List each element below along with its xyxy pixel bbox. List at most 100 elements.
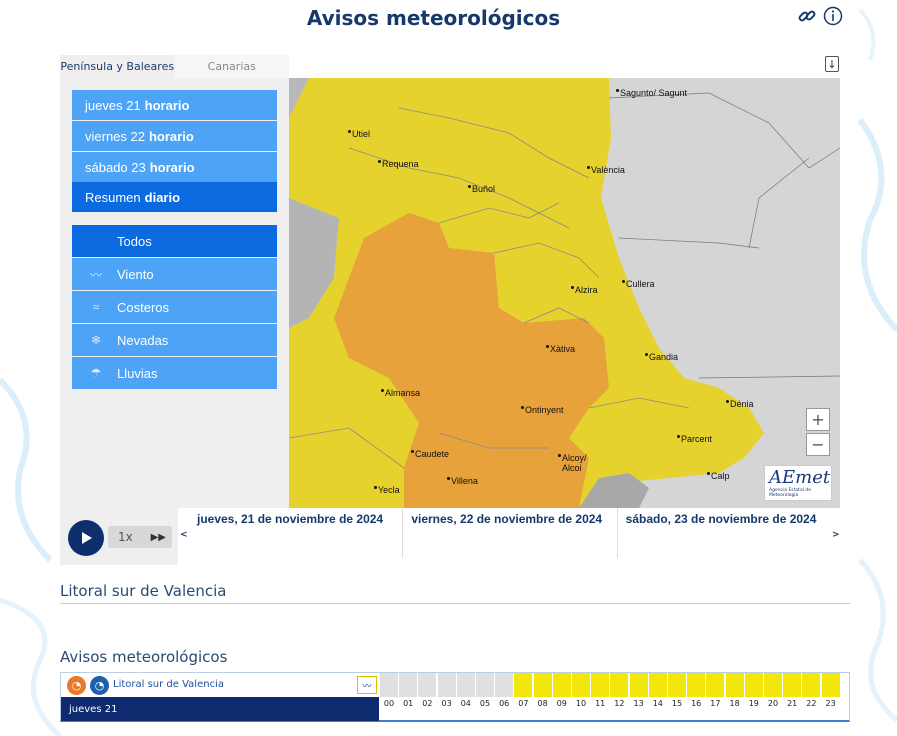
day-label: viernes 22: [85, 128, 145, 144]
waves-icon: ≈: [92, 300, 100, 314]
hour-cell: [783, 673, 802, 697]
hour-cell: [764, 673, 782, 697]
day-label: sábado 23: [85, 159, 146, 175]
category-label: Nevadas: [117, 332, 169, 348]
hour-cell: [399, 673, 418, 697]
hour-cell: [648, 673, 667, 697]
timeline-day[interactable]: jueves, 21 de noviembre de 2024: [189, 508, 404, 558]
hour-label: 22: [806, 699, 817, 708]
hour-label: 03: [441, 699, 452, 708]
hour-label: 02: [422, 699, 433, 708]
logo-name: AEmet: [769, 467, 831, 488]
category-lluvias[interactable]: ☂ Lluvias: [72, 357, 277, 389]
category-todos[interactable]: Todos: [72, 225, 277, 257]
hour-cell: [629, 673, 648, 697]
hour-label: 18: [729, 699, 740, 708]
zoom-in-button[interactable]: +: [806, 408, 830, 431]
warnings-title: Avisos meteorológicos: [60, 648, 228, 666]
day-mode: horario: [144, 97, 190, 113]
hour-label: 08: [537, 699, 548, 708]
town-label: Ontinyent: [521, 405, 564, 415]
hour-cell: [552, 673, 571, 697]
speed-value: 1x: [118, 530, 133, 544]
category-costeros[interactable]: ≈ Costeros: [72, 291, 277, 323]
wind-icon: 〰: [357, 676, 377, 694]
town-label: Requena: [378, 159, 419, 169]
timeline-prev-button[interactable]: <: [180, 530, 188, 540]
town-label: Alcoy/ Alcoi: [558, 453, 598, 474]
rain-icon: ☂: [90, 366, 102, 380]
hour-cell: [725, 673, 744, 697]
hour-cell: [572, 673, 590, 697]
category-nevadas[interactable]: ❄ Nevadas: [72, 324, 277, 356]
hour-cell: [456, 673, 475, 697]
hour-label: 20: [767, 699, 779, 708]
town-label: Alzira: [571, 285, 598, 295]
zone-link[interactable]: Litoral sur de Valencia: [113, 679, 224, 690]
hour-cell: [380, 673, 398, 697]
tab-peninsula[interactable]: Península y Baleares: [60, 55, 175, 78]
hour-label: 23: [825, 699, 836, 708]
hour-label: 19: [748, 699, 759, 708]
town-label: Dénia: [726, 399, 754, 409]
hour-label: 15: [671, 699, 683, 708]
town-label: València: [587, 165, 625, 175]
page-title: Avisos meteorológicos: [306, 6, 561, 30]
category-label: Costeros: [117, 299, 170, 315]
hour-grid: 00 01 02 03 04 05 06 07 08 09 10 11 12 13 14 15 16 17 18 19…: [380, 673, 840, 721]
zone-title: Litoral sur de Valencia: [60, 582, 850, 604]
town-label: Utiel: [347, 129, 371, 139]
hour-cell: [744, 673, 763, 697]
hour-cell: [668, 673, 686, 697]
timeline-next-button[interactable]: >: [832, 530, 840, 540]
warning-map[interactable]: Sagunto/ Sagunt Utiel Requena Buñol Valè…: [289, 78, 840, 508]
hour-label: 05: [479, 699, 491, 708]
warnings-table: ◔ ◔ Litoral sur de Valencia 〰 jueves 21 …: [60, 672, 850, 722]
hour-label: 01: [403, 699, 414, 708]
day-button-jueves[interactable]: jueves 21 horario: [72, 90, 277, 120]
hour-label: 13: [633, 699, 644, 708]
day-mode: horario: [148, 128, 194, 144]
side-panel: jueves 21 horario viernes 22 horario sábad…: [60, 78, 289, 508]
hour-label: 14: [652, 699, 663, 708]
fast-forward-icon[interactable]: ▶▶: [151, 532, 172, 543]
hour-cell: [437, 673, 456, 697]
town-label: Xàtiva: [545, 344, 576, 354]
download-icon[interactable]: ↓: [825, 56, 839, 72]
hour-cell: [687, 673, 706, 697]
hour-label: 11: [595, 699, 606, 708]
hour-label: 10: [575, 699, 587, 708]
link-icon[interactable]: [797, 6, 817, 26]
day-button-resumen[interactable]: Resumen diario: [72, 182, 277, 212]
hour-cell: [610, 673, 629, 697]
hour-cell: [476, 673, 494, 697]
hour-label: 07: [518, 699, 529, 708]
day-label: jueves 21: [85, 97, 141, 113]
day-label: Resumen: [85, 189, 141, 205]
hour-label: 09: [556, 699, 567, 708]
zoom-out-button[interactable]: −: [806, 433, 830, 456]
hour-label: 00: [383, 699, 395, 708]
rss-icon[interactable]: ◔: [67, 676, 86, 695]
day-button-viernes[interactable]: viernes 22 horario: [72, 121, 277, 151]
timeline-day[interactable]: sábado, 23 de noviembre de 2024: [618, 508, 831, 558]
town-label: Caudete: [410, 449, 450, 459]
timeline-day[interactable]: viernes, 22 de noviembre de 2024: [403, 508, 618, 558]
category-viento[interactable]: 〰 Viento: [72, 258, 277, 290]
rss-icon[interactable]: ◔: [90, 676, 109, 695]
speed-control[interactable]: 1x ▶▶: [108, 526, 172, 548]
timeline: 1x ▶▶ < jueves, 21 de noviembre de 2024 …: [60, 508, 840, 565]
category-label: Viento: [117, 266, 154, 282]
town-label: Parcent: [676, 434, 713, 444]
hour-cell: [821, 673, 840, 697]
hour-label: 21: [787, 699, 798, 708]
hour-cell: [591, 673, 610, 697]
day-button-sabado[interactable]: sábado 23 horario: [72, 152, 277, 182]
info-icon[interactable]: [823, 6, 843, 26]
hour-cell: [418, 673, 437, 697]
hour-cell: [802, 673, 821, 697]
town-label: Buñol: [467, 184, 496, 194]
title-icons: [797, 6, 843, 26]
tab-canarias[interactable]: Canarias: [174, 55, 289, 78]
play-button[interactable]: [68, 520, 104, 556]
